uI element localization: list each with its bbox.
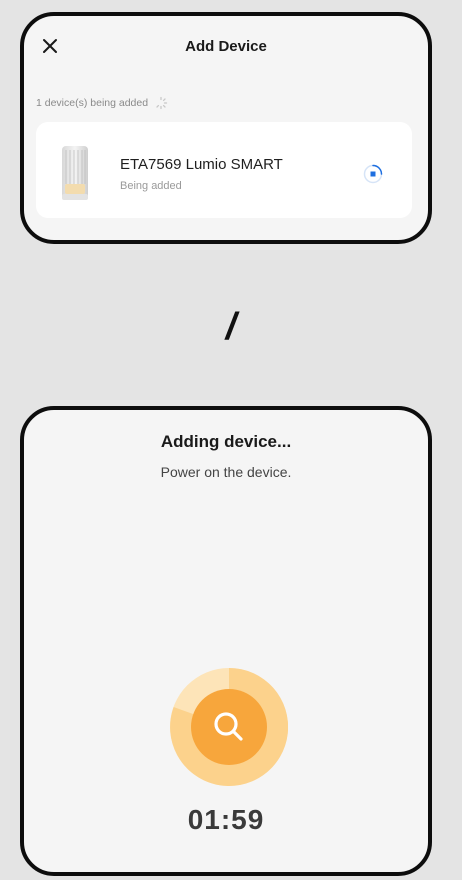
device-card[interactable]: ETA7569 Lumio SMART Being added bbox=[36, 122, 412, 218]
separator-slash: / bbox=[225, 306, 237, 348]
adding-title: Adding device... bbox=[160, 432, 292, 451]
add-device-panel: Add Device 1 device(s) being added ETA75… bbox=[20, 12, 432, 244]
countdown-timer: 01:59 bbox=[187, 804, 265, 835]
adding-subtitle: Power on the device. bbox=[160, 464, 292, 480]
adding-status-row: 1 device(s) being added bbox=[36, 96, 168, 110]
progress-indicator-icon bbox=[363, 164, 383, 184]
adding-device-panel: Adding device... Power on the device. 01… bbox=[20, 406, 432, 876]
loading-spinner-icon bbox=[156, 96, 168, 110]
device-status: Being added bbox=[120, 180, 182, 192]
device-image bbox=[62, 146, 88, 200]
page-title: Add Device bbox=[185, 38, 267, 55]
adding-status-text: 1 device(s) being added bbox=[36, 97, 149, 109]
device-name: ETA7569 Lumio SMART bbox=[120, 156, 283, 173]
search-animation bbox=[170, 668, 288, 786]
